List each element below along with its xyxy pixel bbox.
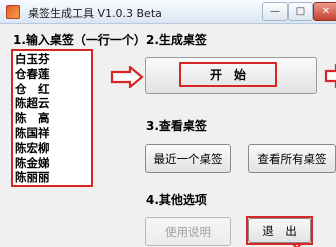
- recent-tag-button[interactable]: 最近一个桌签: [145, 144, 231, 173]
- title-bar: 桌签生成工具 V1.0.3 Beta — □ ✕: [0, 0, 336, 24]
- view-all-tags-button[interactable]: 查看所有桌签: [248, 144, 336, 173]
- list-item: 白玉芬: [15, 52, 50, 66]
- maximize-button[interactable]: □: [288, 2, 313, 21]
- list-item: 陈宏柳: [15, 140, 50, 155]
- list-item: 陈 高: [15, 111, 50, 126]
- other-section-label: 4.其他选项: [146, 193, 207, 207]
- start-button-frame: 开 始: [145, 57, 317, 94]
- start-button[interactable]: 开 始: [179, 62, 277, 87]
- list-item: 陈国祥: [15, 125, 50, 140]
- list-item: 仓 红: [15, 81, 50, 96]
- list-item: 陈金娣: [15, 155, 50, 170]
- list-item: 陈丽丽: [15, 170, 50, 185]
- list-item: 仓春莲: [15, 66, 50, 81]
- window-title: 桌签生成工具 V1.0.3 Beta: [28, 7, 162, 20]
- generate-section-label: 2.生成桌签: [146, 33, 207, 47]
- list-item: 陈超云: [15, 96, 50, 111]
- view-section-label: 3.查看桌签: [146, 119, 207, 133]
- input-section-label: 1.输入桌签（一行一个）: [13, 33, 146, 47]
- arrow-right-icon: [110, 66, 144, 88]
- close-button[interactable]: ✕: [313, 2, 336, 21]
- app-icon: [6, 5, 20, 19]
- minimize-button[interactable]: —: [262, 2, 288, 21]
- name-list-textarea[interactable]: 白玉芬 仓春莲 仓 红 陈超云 陈 高 陈国祥 陈宏柳 陈金娣 陈丽丽: [11, 49, 93, 187]
- arrow-right-icon: [324, 64, 336, 88]
- help-button[interactable]: 使用说明: [145, 217, 231, 246]
- exit-highlight: [246, 216, 313, 245]
